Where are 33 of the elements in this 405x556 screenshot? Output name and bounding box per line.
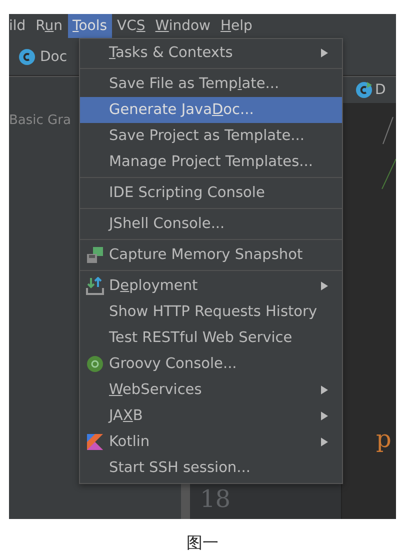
menu-item[interactable]: Kotlin xyxy=(80,429,342,455)
menu-bar-item[interactable]: Help xyxy=(216,14,258,38)
memory-snapshot-icon xyxy=(86,246,104,264)
menu-item[interactable]: Test RESTful Web Service xyxy=(80,325,342,351)
menu-item[interactable]: Save File as Template... xyxy=(80,71,342,97)
menu-item[interactable]: Groovy Console... xyxy=(80,351,342,377)
menu-item[interactable]: IDE Scripting Console xyxy=(80,180,342,206)
class-icon xyxy=(356,82,372,98)
kotlin-icon xyxy=(86,433,104,451)
menu-item[interactable]: Show HTTP Requests History xyxy=(80,299,342,325)
line-drawing xyxy=(381,117,396,189)
breadcrumb-item[interactable]: Doc xyxy=(40,48,68,64)
panel-label: Basic Gra xyxy=(9,113,71,128)
menu-item[interactable]: Capture Memory Snapshot xyxy=(80,242,342,268)
menu-item[interactable]: Save Project as Template... xyxy=(80,123,342,149)
menu-item[interactable]: WebServices xyxy=(80,377,342,403)
menu-item[interactable]: Start SSH session... xyxy=(80,455,342,481)
groovy-icon xyxy=(86,355,104,373)
menu-item[interactable]: Deployment xyxy=(80,273,342,299)
menu-item[interactable]: Manage Project Templates... xyxy=(80,149,342,175)
menu-item[interactable]: Tasks & Contexts xyxy=(80,40,342,66)
menu-item[interactable]: JShell Console... xyxy=(80,211,342,237)
menu-bar-item[interactable]: Tools xyxy=(68,14,112,38)
menu-bar-item[interactable]: Window xyxy=(150,14,216,38)
class-icon xyxy=(19,48,35,64)
menu-item[interactable]: Generate JavaDoc... xyxy=(80,97,342,123)
deployment-icon xyxy=(86,277,104,295)
menu-bar-item[interactable]: Run xyxy=(30,14,68,38)
figure-caption: 图一 xyxy=(186,533,220,554)
code-text: p xyxy=(376,425,392,453)
menu-item[interactable]: JAXB xyxy=(80,403,342,429)
menu-bar-item[interactable]: ild xyxy=(9,14,31,38)
menu-bar-item[interactable]: VCS xyxy=(112,14,150,38)
